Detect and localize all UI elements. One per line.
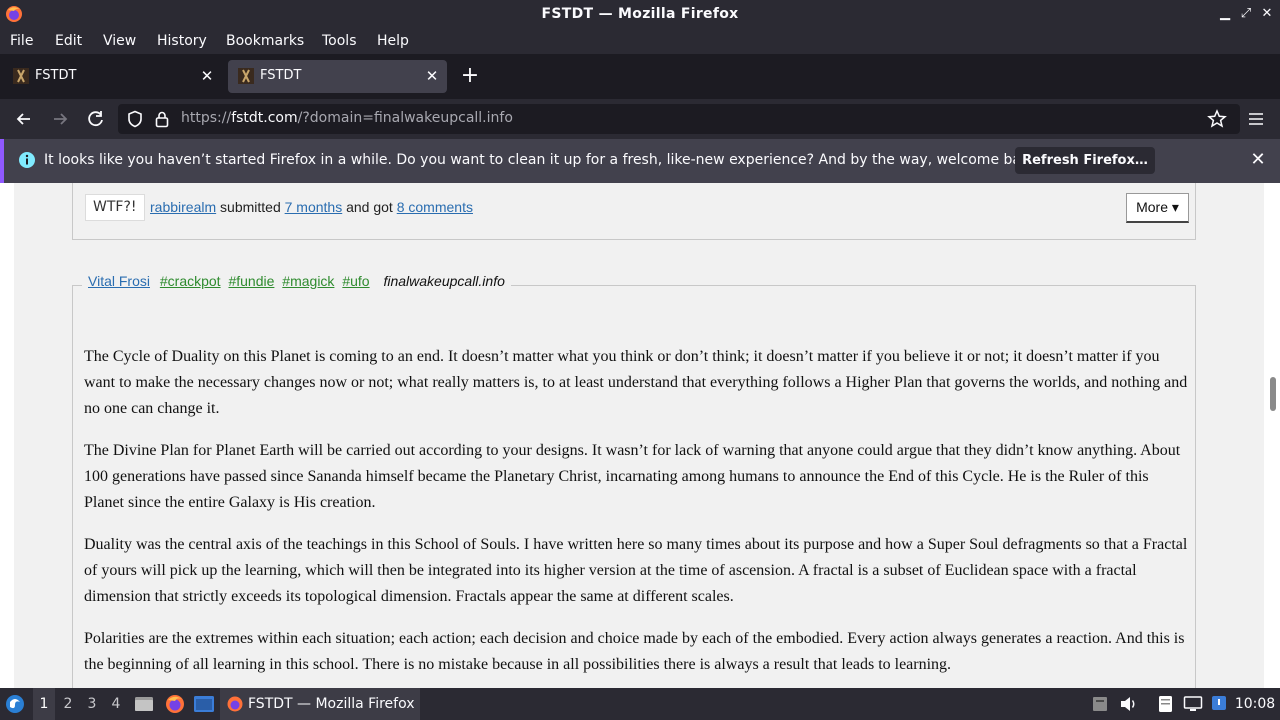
close-tab-icon[interactable]: ✕ xyxy=(198,67,216,85)
menu-bookmarks[interactable]: Bookmarks xyxy=(226,33,304,49)
workspace-2[interactable]: 2 xyxy=(57,688,79,720)
tag-ufo[interactable]: #ufo xyxy=(342,273,369,289)
menu-bar: File Edit View History Bookmarks Tools H… xyxy=(0,29,1280,54)
paragraph: The Divine Plan for Planet Earth will be… xyxy=(84,442,1181,511)
author-link[interactable]: Vital Frosi xyxy=(88,273,150,289)
post-header: Vital Frosi #crackpot #fundie #magick #u… xyxy=(82,273,511,295)
taskbar-window-firefox[interactable]: FSTDT — Mozilla Firefox xyxy=(220,688,420,720)
scrollbar-track[interactable] xyxy=(1264,183,1280,688)
wtf-button[interactable]: WTF?! xyxy=(85,194,145,221)
tag-crackpot[interactable]: #crackpot xyxy=(160,273,221,289)
tab-strip: FSTDT ✕ FSTDT ✕ xyxy=(0,54,1280,99)
taskbar-window-title: FSTDT — Mozilla Firefox xyxy=(248,696,415,712)
clock[interactable]: 10:08 xyxy=(1234,688,1276,720)
forward-icon[interactable] xyxy=(49,108,71,130)
paragraph: The Cycle of Duality on this Planet is c… xyxy=(84,348,1188,417)
hamburger-menu-icon[interactable] xyxy=(1247,110,1265,128)
terminal-launcher-icon[interactable] xyxy=(193,695,215,713)
workspace-3[interactable]: 3 xyxy=(81,688,103,720)
menu-edit[interactable]: Edit xyxy=(55,33,82,49)
url-text[interactable]: https://fstdt.com/?domain=finalwakeupcal… xyxy=(181,110,513,126)
source-domain: finalwakeupcall.info xyxy=(383,273,505,289)
clipboard-icon[interactable] xyxy=(1091,695,1109,713)
tab-fstdt-1[interactable]: FSTDT ✕ xyxy=(3,60,222,93)
meta-text: submitted xyxy=(220,199,281,215)
back-icon[interactable] xyxy=(13,108,35,130)
tag-fundie[interactable]: #fundie xyxy=(228,273,274,289)
menu-help[interactable]: Help xyxy=(377,33,409,49)
notification-message: It looks like you haven’t started Firefo… xyxy=(44,152,1043,168)
tab-label: FSTDT xyxy=(260,68,302,83)
refresh-notification-bar: It looks like you haven’t started Firefo… xyxy=(0,139,1280,183)
window-title: FSTDT — Mozilla Firefox xyxy=(541,6,739,22)
close-window-icon[interactable]: ✕ xyxy=(1258,5,1276,23)
menu-tools[interactable]: Tools xyxy=(322,33,357,49)
close-notification-icon[interactable]: ✕ xyxy=(1248,150,1268,170)
fstdt-favicon-icon xyxy=(238,68,254,84)
paragraph: Duality was the central axis of the teac… xyxy=(84,536,1188,605)
window-titlebar: FSTDT — Mozilla Firefox ▁ ⤢ ✕ xyxy=(0,0,1280,29)
menu-file[interactable]: File xyxy=(10,33,33,49)
fstdt-favicon-icon xyxy=(13,68,29,84)
post-meta: rabbirealm submitted 7 months and got 8 … xyxy=(150,199,473,215)
file-manager-icon[interactable] xyxy=(134,695,154,713)
time-link[interactable]: 7 months xyxy=(285,199,343,215)
bookmark-star-icon[interactable] xyxy=(1207,109,1227,129)
meta-text: and got xyxy=(346,199,393,215)
menu-view[interactable]: View xyxy=(103,33,136,49)
page-content: WTF?! rabbirealm submitted 7 months and … xyxy=(0,183,1280,688)
volume-icon[interactable] xyxy=(1119,695,1139,713)
tracking-protection-shield-icon[interactable] xyxy=(126,110,144,128)
notes-icon[interactable] xyxy=(1156,694,1176,714)
network-icon[interactable] xyxy=(1210,694,1228,712)
close-tab-icon[interactable]: ✕ xyxy=(423,67,441,85)
reload-icon[interactable] xyxy=(85,108,107,130)
tab-label: FSTDT xyxy=(35,68,77,83)
taskbar: 1 2 3 4 FSTDT — Mozilla Firefox 10:08 xyxy=(0,688,1280,720)
tag-magick[interactable]: #magick xyxy=(282,273,334,289)
start-menu-icon[interactable] xyxy=(4,693,26,715)
comments-link[interactable]: 8 comments xyxy=(397,199,473,215)
minimize-icon[interactable]: ▁ xyxy=(1216,5,1234,23)
submitter-link[interactable]: rabbirealm xyxy=(150,199,216,215)
info-icon xyxy=(19,152,35,168)
workspace-1[interactable]: 1 xyxy=(33,688,55,720)
firefox-launcher-icon[interactable] xyxy=(164,693,186,715)
previous-post-footer: WTF?! rabbirealm submitted 7 months and … xyxy=(72,183,1196,240)
firefox-icon xyxy=(227,696,243,712)
scrollbar-thumb[interactable] xyxy=(1270,377,1276,411)
paragraph: Polarities are the extremes within each … xyxy=(84,630,1185,673)
workspace-4[interactable]: 4 xyxy=(105,688,127,720)
post-body: The Cycle of Duality on this Planet is c… xyxy=(84,344,1190,688)
display-icon[interactable] xyxy=(1183,695,1203,713)
lock-icon[interactable] xyxy=(154,110,170,128)
tab-fstdt-2[interactable]: FSTDT ✕ xyxy=(228,60,447,93)
new-tab-button[interactable]: + xyxy=(459,65,481,88)
more-button[interactable]: More ▾ xyxy=(1126,193,1189,223)
maximize-icon[interactable]: ⤢ xyxy=(1237,5,1255,23)
menu-history[interactable]: History xyxy=(157,33,207,49)
refresh-firefox-button[interactable]: Refresh Firefox… xyxy=(1015,147,1155,174)
